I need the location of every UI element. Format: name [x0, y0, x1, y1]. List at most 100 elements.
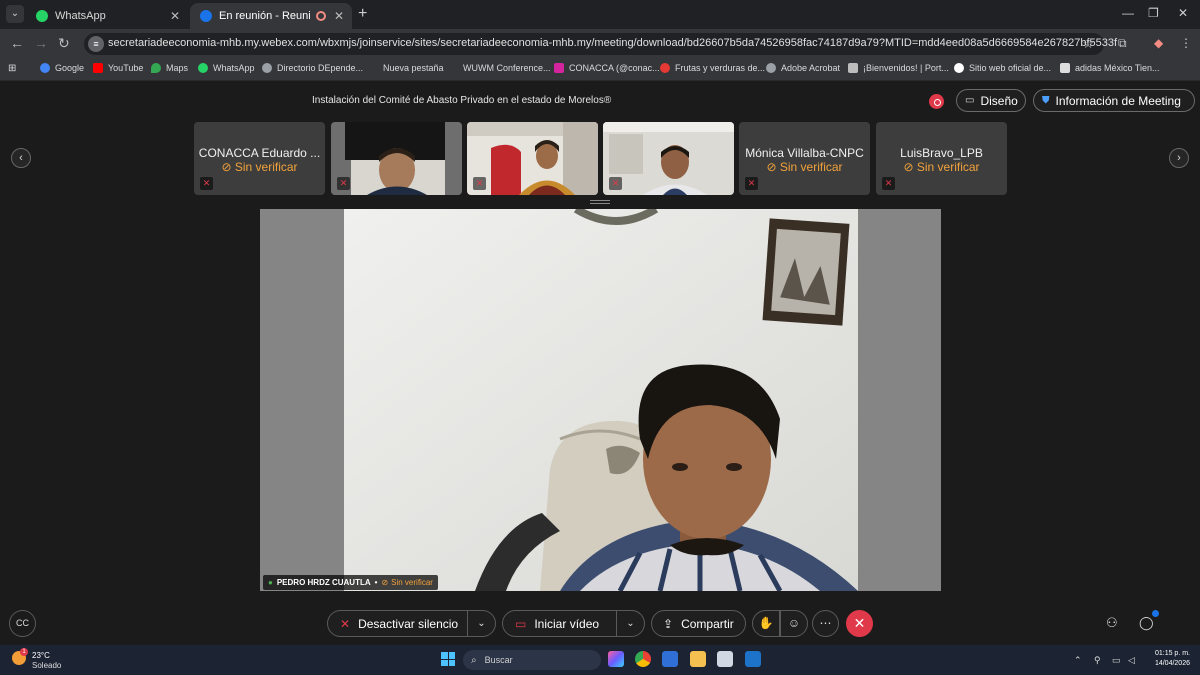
address-bar[interactable]: ≡ secretariadeeconomia-mhb.my.webex.com/…	[84, 33, 1117, 55]
bookmark-maps[interactable]: Maps	[151, 63, 188, 73]
share-button[interactable]: ⇪ Compartir	[651, 610, 746, 637]
search-icon: ⌕	[471, 654, 477, 666]
tab-list-button[interactable]: ⌄	[6, 5, 24, 23]
chrome-icon[interactable]	[635, 651, 651, 667]
clock-date[interactable]: 14/04/2026	[1146, 660, 1190, 667]
adidas-icon	[1060, 63, 1070, 73]
bookmark-nueva-pestana[interactable]: Nueva pestaña	[368, 63, 444, 73]
bookmark-google[interactable]: Google	[40, 63, 84, 73]
site-icon	[954, 63, 964, 73]
whatsapp-icon	[198, 63, 208, 73]
warning-icon: ⊘	[766, 160, 777, 174]
raise-hand-button[interactable]: ✋	[752, 610, 780, 637]
participant-tile[interactable]: LuisBravo_LPB ⊘ Sin verificar ✕	[876, 122, 1007, 195]
bookmark-bienvenidos[interactable]: ¡Bienvenidos! | Port...	[848, 63, 949, 73]
share-label: Compartir	[681, 616, 734, 631]
minimize-icon[interactable]: —	[1122, 6, 1134, 20]
bookmark-sitio-oficial[interactable]: Sitio web oficial de...	[954, 63, 1051, 73]
bookmark-directorio[interactable]: Directorio DEpende...	[262, 63, 363, 73]
more-options-button[interactable]: ⋯	[812, 610, 839, 637]
bookmark-star-icon[interactable]: ☆	[1082, 36, 1094, 52]
site-info-icon[interactable]: ≡	[88, 36, 104, 52]
share-screen-icon: ⇪	[663, 616, 674, 631]
participant-tile[interactable]: Mónica Villalba-CNPC ⊘ Sin verificar ✕	[739, 122, 870, 195]
volume-icon[interactable]: ◁	[1128, 655, 1135, 666]
unmute-button[interactable]: ✕ Desactivar silencio ⌄	[327, 610, 496, 637]
location-icon[interactable]: ⚲	[1094, 655, 1101, 666]
calendar-icon[interactable]	[662, 651, 678, 667]
bookmark-adidas[interactable]: adidas México Tien...	[1060, 63, 1160, 73]
copilot-icon[interactable]	[608, 651, 624, 667]
leave-meeting-button[interactable]: ✕	[846, 610, 873, 637]
bookmark-adobe-acrobat[interactable]: Adobe Acrobat	[766, 63, 840, 73]
chat-notification-badge	[1152, 610, 1159, 617]
participants-icon[interactable]: ⚇	[1106, 615, 1118, 631]
mic-on-icon: ●	[268, 578, 273, 587]
restore-icon[interactable]: ❐	[1148, 6, 1159, 20]
start-video-button[interactable]: ▭ Iniciar vídeo ⌄	[502, 610, 645, 637]
search-placeholder: Buscar	[484, 655, 513, 665]
layout-button[interactable]: ▭ Diseño	[956, 89, 1026, 112]
reactions-button[interactable]: ☺	[780, 610, 808, 637]
back-icon[interactable]: ←	[10, 35, 24, 51]
bookmark-conacca-instagram[interactable]: CONACCA (@conac...	[554, 63, 660, 73]
captions-icon[interactable]: CC	[9, 610, 36, 637]
maps-icon	[151, 63, 161, 73]
url-text: secretariadeeconomia-mhb.my.webex.com/wb…	[108, 37, 1118, 49]
apps-grid-icon[interactable]: ⊞	[8, 63, 16, 74]
recording-icon[interactable]	[929, 94, 944, 109]
start-video-label: Iniciar vídeo	[534, 616, 600, 631]
close-window-icon[interactable]: ✕	[1178, 6, 1188, 20]
active-speaker-video[interactable]	[260, 209, 941, 591]
participant-name: CONACCA Eduardo ...	[198, 146, 321, 160]
extensions-icon[interactable]: ⧉	[1118, 36, 1127, 51]
tab-whatsapp[interactable]: WhatsApp ✕	[26, 3, 188, 29]
shield-icon: ⛊	[1042, 95, 1050, 106]
chat-icon[interactable]: ◯	[1139, 615, 1154, 631]
meeting-title: Instalación del Comité de Abasto Privado…	[312, 95, 612, 106]
instagram-icon	[554, 63, 564, 73]
clock-time[interactable]: 01:15 p. m.	[1150, 650, 1190, 657]
participant-video-tile[interactable]: ✕	[331, 122, 462, 195]
previous-participants-button[interactable]: ‹	[11, 148, 31, 168]
bookmark-wuwm[interactable]: WUWM Conference...	[448, 63, 551, 73]
fruit-icon	[660, 63, 670, 73]
participant-video-tile[interactable]: ✕	[603, 122, 734, 195]
participant-video-tile[interactable]: ✕	[467, 122, 598, 195]
tab-title: WhatsApp	[55, 10, 106, 22]
outlook-icon[interactable]	[745, 651, 761, 667]
forward-icon[interactable]: →	[34, 35, 48, 51]
store-icon[interactable]	[717, 651, 733, 667]
new-tab-button[interactable]: +	[358, 5, 367, 23]
next-participants-button[interactable]: ›	[1169, 148, 1189, 168]
bookmark-frutas[interactable]: Frutas y verduras de...	[660, 63, 765, 73]
taskbar-search[interactable]: ⌕ Buscar	[463, 650, 601, 670]
muted-mic-icon: ✕	[473, 177, 486, 190]
tray-overflow-icon[interactable]: ⌃	[1074, 655, 1082, 666]
chevron-down-icon[interactable]: ⌄	[467, 611, 495, 636]
close-icon[interactable]: ✕	[334, 9, 344, 23]
muted-mic-icon: ✕	[340, 616, 351, 631]
resize-handle[interactable]	[590, 200, 610, 204]
chevron-down-icon[interactable]: ⌄	[616, 611, 644, 636]
participant-video	[603, 122, 734, 195]
participant-tile[interactable]: CONACCA Eduardo ... ⊘ Sin verificar ✕	[194, 122, 325, 195]
bookmark-whatsapp[interactable]: WhatsApp	[198, 63, 255, 73]
reload-icon[interactable]: ↻	[58, 35, 70, 52]
windows-start-icon[interactable]	[441, 652, 455, 666]
network-icon[interactable]: ▭	[1112, 655, 1121, 666]
google-icon	[40, 63, 50, 73]
close-icon[interactable]: ✕	[170, 9, 180, 23]
tab-webex[interactable]: En reunión - Reunión - Web ✕	[190, 3, 352, 29]
meeting-info-button[interactable]: ⛊ Información de Meeting	[1033, 89, 1195, 112]
active-speaker-name: PEDRO HRDZ CUAUTLA	[276, 578, 371, 587]
participant-video	[331, 122, 462, 195]
recording-indicator-icon	[316, 11, 326, 21]
bookmark-youtube[interactable]: YouTube	[93, 63, 143, 73]
menu-icon[interactable]: ⋮	[1180, 36, 1192, 50]
file-explorer-icon[interactable]	[690, 651, 706, 667]
separator: •	[374, 578, 378, 587]
tab-title: En reunión - Reunión - Web	[219, 10, 311, 22]
profile-icon[interactable]: ◆	[1154, 36, 1163, 50]
layout-icon: ▭	[965, 95, 975, 106]
